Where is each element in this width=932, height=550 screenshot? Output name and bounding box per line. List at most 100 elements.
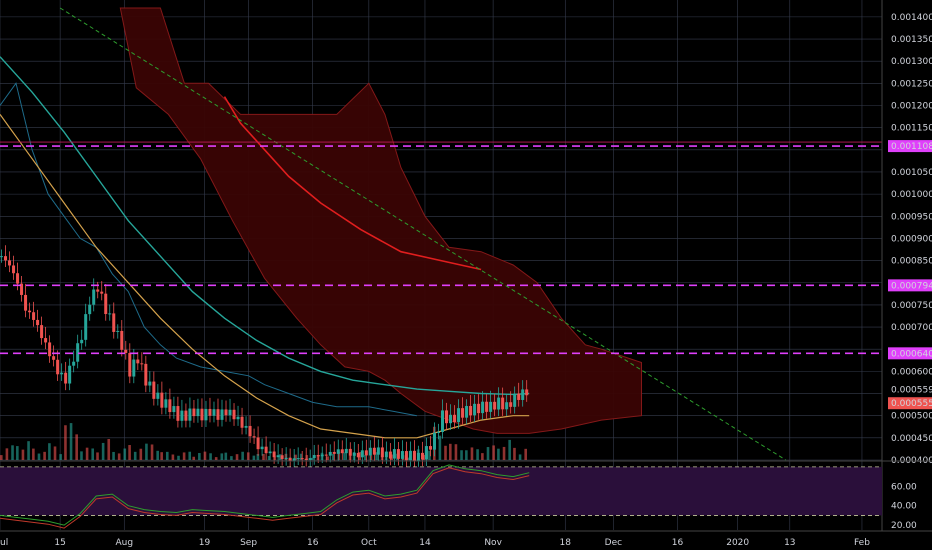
volume-bar — [524, 448, 527, 460]
candle-body — [445, 410, 449, 424]
candle-body — [24, 294, 28, 311]
volume-bar — [460, 450, 463, 460]
volume-bar — [160, 452, 163, 460]
candle-body — [44, 338, 48, 343]
volume-bar — [27, 441, 30, 460]
y-tick-label-18: 0.0005000 — [891, 412, 932, 422]
volume-bar — [444, 445, 447, 460]
candle-body — [212, 409, 216, 416]
x-tick-label-0: ul — [0, 538, 8, 548]
volume-bar — [246, 452, 250, 460]
candle-body — [505, 402, 509, 410]
volume-bar — [80, 451, 83, 460]
candle-body — [348, 448, 352, 456]
volume-bar — [209, 453, 212, 460]
candle-body — [140, 363, 144, 365]
candle-body — [328, 451, 332, 456]
volume-bar — [224, 452, 228, 460]
volume-bar — [156, 450, 159, 460]
volume-bar — [449, 443, 452, 460]
candle-body — [288, 457, 292, 461]
candle-body — [256, 437, 260, 450]
price-level-label-1: 0.0007941 — [891, 281, 932, 291]
volume-bar — [252, 455, 256, 460]
candle-body — [168, 399, 172, 413]
candle-body — [104, 293, 108, 315]
candle-body — [220, 409, 224, 420]
candle-body — [461, 408, 465, 418]
candle-body — [352, 452, 356, 456]
candle-body — [260, 446, 264, 450]
volume-bar — [96, 452, 99, 460]
y-tick-label-19: 0.0004500 — [891, 434, 932, 444]
volume-bar — [486, 447, 490, 460]
volume-bar — [11, 445, 14, 460]
candle-body — [453, 414, 457, 423]
candle-body — [284, 457, 288, 459]
candle-body — [404, 451, 408, 461]
x-tick-label-7: 14 — [419, 538, 431, 548]
volume-bar — [220, 453, 224, 460]
y-tick-label-2: 0.0013000 — [891, 57, 932, 67]
y-tick-label-0: 0.0014000 — [891, 13, 932, 23]
volume-bar — [513, 447, 516, 460]
candle-body — [372, 447, 376, 455]
volume-bar — [48, 443, 51, 460]
candle-body — [388, 451, 392, 459]
candle-body — [304, 458, 308, 460]
current-price-label: 0.0005592 — [891, 385, 932, 395]
x-tick-label-2: Aug — [115, 538, 133, 548]
volume-bar — [177, 455, 180, 460]
candle-body — [420, 452, 424, 460]
chart-svg: 0.0011084 0.0007941 0.0006407 0.0005592 0.00… — [0, 0, 932, 550]
candle-body — [164, 399, 168, 408]
candle-body — [473, 403, 477, 416]
candle-body — [144, 363, 148, 386]
candle-body — [380, 447, 384, 458]
candle-body — [312, 455, 316, 459]
candle-body — [112, 313, 116, 332]
volume-bar — [165, 451, 169, 460]
candle-body — [268, 451, 272, 454]
candle-body — [88, 304, 92, 315]
y-tick-label-8: 0.0010000 — [891, 190, 932, 200]
candle-body — [368, 447, 372, 456]
candle-body — [56, 359, 60, 375]
candle-body — [336, 449, 340, 454]
candle-body — [28, 310, 32, 313]
volume-bar — [37, 453, 41, 460]
candle-body — [100, 291, 104, 294]
candle-body — [36, 319, 40, 326]
candle-body — [4, 256, 8, 261]
candle-body — [196, 408, 200, 417]
volume-bar — [0, 455, 3, 460]
volume-bar — [150, 444, 154, 460]
volume-bar — [230, 456, 233, 460]
candle-body — [477, 403, 481, 414]
last-price-label: 0.0005552 — [891, 399, 932, 409]
candle-body — [441, 410, 444, 432]
candle-body — [449, 414, 453, 424]
candle-body — [48, 342, 52, 357]
candle-body — [136, 359, 140, 364]
volume-bar — [85, 447, 89, 460]
y-tick-label-4: 0.0012000 — [891, 101, 932, 111]
price-level-label-2: 0.0006407 — [891, 349, 932, 359]
volume-bar — [59, 454, 62, 460]
candle-body — [384, 451, 388, 458]
volume-bar — [91, 448, 95, 460]
volume-bar — [21, 449, 25, 460]
candle-body — [412, 450, 416, 462]
candle-body — [148, 381, 152, 386]
candle-body — [172, 406, 176, 413]
candle-body — [72, 361, 76, 366]
volume-bar — [182, 452, 186, 460]
y-tick-label-16: 0.0006000 — [891, 367, 932, 377]
volume-bar — [492, 445, 495, 460]
volume-bar — [5, 448, 9, 460]
candle-body — [32, 312, 36, 320]
volume-bar — [214, 457, 218, 460]
candle-body — [124, 349, 128, 353]
y-tick-label-14: 0.0007000 — [891, 323, 932, 333]
candle-body — [252, 436, 256, 438]
